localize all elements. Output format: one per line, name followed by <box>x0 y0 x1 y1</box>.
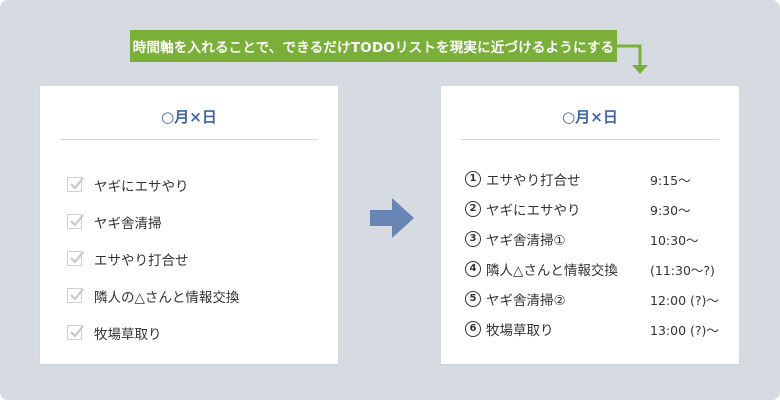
schedule-task: ヤギ舎清掃① <box>486 233 566 249</box>
banner: 時間軸を入れることで、できるだけTODOリストを現実に近づけるようにする <box>130 30 617 62</box>
schedule-item: 4 隣人△さんと情報交換 (11:30〜?) <box>465 254 719 284</box>
schedule-item: 6 牧場草取り 13:00 (?)〜 <box>465 314 719 344</box>
todo-card-title: ○月×日 <box>161 108 217 126</box>
todo-item-label: エサやり打合せ <box>94 252 189 269</box>
schedule-card-title: ○月×日 <box>562 108 618 126</box>
schedule-task: ヤギにエサやり <box>486 203 581 219</box>
schedule-card: ○月×日 1 エサやり打合せ 9:15〜 2 ヤギにエサやり 9:30〜 3 ヤ… <box>441 86 739 364</box>
step-number: 3 <box>465 231 481 247</box>
todo-item: 隣人の△さんと情報交換 <box>67 277 239 314</box>
schedule-task: ヤギ舎清掃② <box>486 293 566 309</box>
todo-item-label: 隣人の△さんと情報交換 <box>94 289 240 306</box>
schedule-time: (11:30〜?) <box>650 262 715 278</box>
todo-item-label: 牧場草取り <box>94 326 162 343</box>
banner-text: 時間軸を入れることで、できるだけTODOリストを現実に近づけるようにする <box>132 40 615 56</box>
checkmark-icon <box>67 288 84 303</box>
checkmark-icon <box>67 325 84 340</box>
schedule-item: 3 ヤギ舎清掃① 10:30〜 <box>465 224 719 254</box>
todo-item: ヤギ舎清掃 <box>67 203 239 240</box>
checkmark-icon <box>67 251 84 266</box>
schedule-time: 12:00 (?)〜 <box>650 292 719 308</box>
schedule-time: 9:30〜 <box>650 202 691 218</box>
checkmark-icon <box>67 214 84 229</box>
step-number: 2 <box>465 201 481 217</box>
schedule-list: 1 エサやり打合せ 9:15〜 2 ヤギにエサやり 9:30〜 3 ヤギ舎清掃①… <box>465 164 719 344</box>
divider <box>461 139 719 140</box>
schedule-item: 5 ヤギ舎清掃② 12:00 (?)〜 <box>465 284 719 314</box>
schedule-time: 13:00 (?)〜 <box>650 322 719 338</box>
step-number: 1 <box>465 171 481 187</box>
schedule-task: 隣人△さんと情報交換 <box>486 263 618 279</box>
schedule-task: 牧場草取り <box>486 323 554 339</box>
schedule-item: 1 エサやり打合せ 9:15〜 <box>465 164 719 194</box>
todo-item: エサやり打合せ <box>67 240 239 277</box>
schedule-time: 10:30〜 <box>650 232 699 248</box>
todo-card: ○月×日 ヤギにエサやり ヤギ舎清掃 エサやり打合せ 隣人の△さんと情報交換 牧… <box>40 86 338 364</box>
step-number: 6 <box>465 321 481 337</box>
diagram-canvas: 時間軸を入れることで、できるだけTODOリストを現実に近づけるようにする ○月×… <box>0 0 780 400</box>
schedule-item: 2 ヤギにエサやり 9:30〜 <box>465 194 719 224</box>
step-number: 5 <box>465 291 481 307</box>
todo-item: 牧場草取り <box>67 314 239 351</box>
schedule-task: エサやり打合せ <box>486 173 581 189</box>
todo-item-label: ヤギ舎清掃 <box>94 215 162 232</box>
checkmark-icon <box>67 177 84 192</box>
todo-list: ヤギにエサやり ヤギ舎清掃 エサやり打合せ 隣人の△さんと情報交換 牧場草取り <box>67 166 239 351</box>
divider <box>60 139 318 140</box>
step-number: 4 <box>465 261 481 277</box>
elbow-arrow-icon <box>617 44 648 74</box>
right-arrow-icon <box>370 198 414 238</box>
todo-item: ヤギにエサやり <box>67 166 239 203</box>
todo-item-label: ヤギにエサやり <box>94 178 189 195</box>
schedule-time: 9:15〜 <box>650 172 691 188</box>
